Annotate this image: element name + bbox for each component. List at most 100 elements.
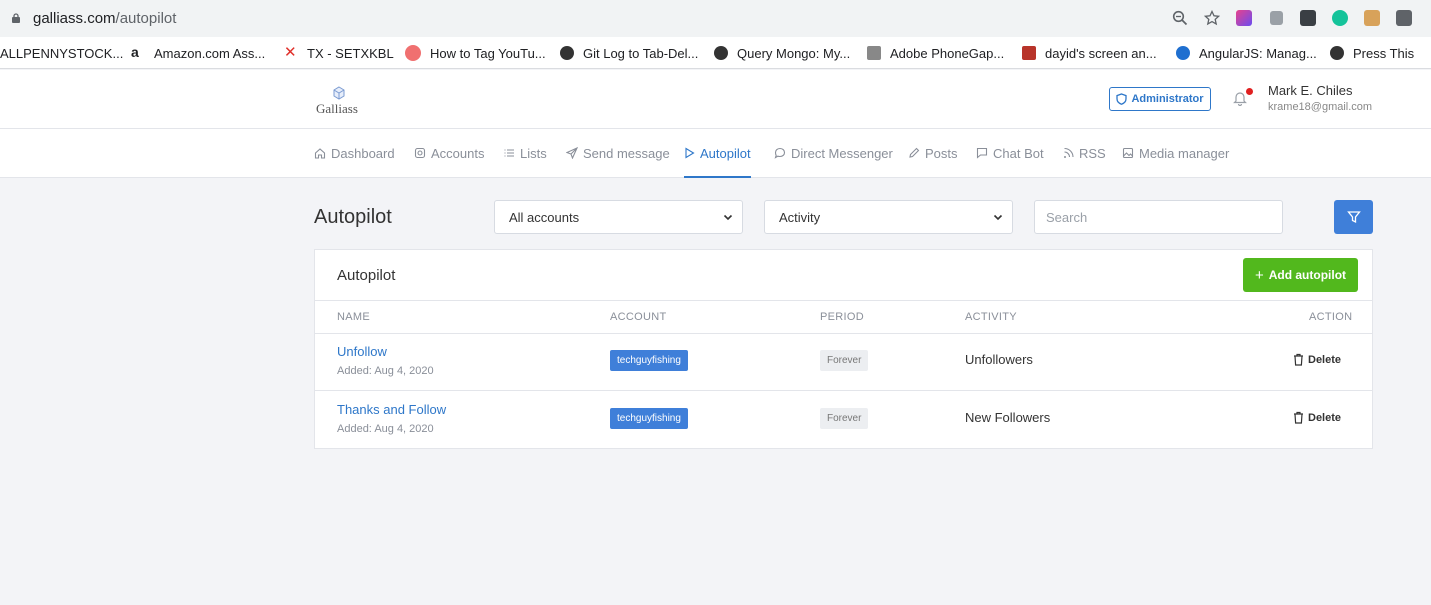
trash-icon <box>1294 411 1303 424</box>
user-email: krame18@gmail.com <box>1268 101 1373 113</box>
url-text[interactable]: galliass.com/autopilot <box>33 10 176 27</box>
bookmark-item[interactable]: ALLPENNYSTOCK... <box>0 44 123 62</box>
logo-cube-icon <box>333 86 345 100</box>
administrator-button[interactable]: Administrator <box>1109 87 1211 111</box>
add-autopilot-button[interactable]: + Add autopilot <box>1243 258 1358 292</box>
send-icon <box>566 147 578 159</box>
added-date: Added: Aug 4, 2020 <box>337 423 434 435</box>
nav-send-message[interactable]: Send message <box>566 129 670 177</box>
accounts-select[interactable]: All accounts <box>494 200 743 234</box>
nav-label: Send message <box>583 145 670 161</box>
trash-icon <box>1294 353 1303 366</box>
search-input[interactable] <box>1034 200 1283 234</box>
filter-icon <box>1346 211 1361 224</box>
bookmark-item[interactable]: Query Mongo: My... <box>714 44 850 62</box>
nav-label: Media manager <box>1139 145 1230 161</box>
nav-label: Accounts <box>431 145 485 161</box>
chat-bubble-icon <box>774 147 786 159</box>
table-header: NAME ACCOUNT PERIOD ACTIVITY ACTION <box>315 300 1372 334</box>
image-icon <box>1122 147 1134 159</box>
logo-text: Galliass <box>316 101 358 116</box>
bookmark-label: AngularJS: Manag... <box>1199 45 1317 61</box>
boot-icon <box>1022 46 1036 60</box>
period-badge: Forever <box>820 408 869 429</box>
activity-select-value: Activity <box>779 209 821 225</box>
bookmark-item[interactable]: How to Tag YouTu... <box>405 44 546 62</box>
bookmark-label: Adobe PhoneGap... <box>890 45 1005 61</box>
shield-icon <box>1116 93 1128 105</box>
instagram-icon <box>414 147 426 159</box>
chevron-down-icon <box>723 214 733 221</box>
bookmark-star-icon[interactable] <box>1200 6 1224 30</box>
url-path: /autopilot <box>115 10 177 27</box>
extension-dark-icon[interactable] <box>1296 6 1320 30</box>
nav-chat-bot[interactable]: Chat Bot <box>976 129 1044 177</box>
nav-dashboard[interactable]: Dashboard <box>314 129 395 177</box>
nav-accounts[interactable]: Accounts <box>414 129 484 177</box>
play-icon <box>685 147 695 159</box>
user-name[interactable]: Mark E. Chiles <box>1268 83 1353 98</box>
bookmark-item[interactable]: Git Log to Tab-Del... <box>560 44 698 62</box>
accounts-select-value: All accounts <box>509 209 580 225</box>
nav-label: Lists <box>520 145 547 161</box>
bookmark-item[interactable]: a Amazon.com Ass... <box>131 44 265 62</box>
extension-stack-icon[interactable] <box>1264 6 1288 30</box>
nav-label: Posts <box>925 145 958 161</box>
bookmark-item[interactable]: AngularJS: Manag... <box>1176 44 1317 62</box>
column-header-period: PERIOD <box>820 311 864 323</box>
tag-icon <box>405 45 421 61</box>
nav-direct-messenger[interactable]: Direct Messenger <box>774 129 893 177</box>
bookmarks-bar: ALLPENNYSTOCK... a Amazon.com Ass... ✕ TX … <box>0 37 1431 69</box>
home-icon <box>314 148 326 159</box>
bookmark-item[interactable]: Press This <box>1330 44 1414 62</box>
bookmark-item[interactable]: dayid's screen an... <box>1022 44 1157 62</box>
bookmark-label: Git Log to Tab-Del... <box>583 45 699 61</box>
autopilot-name-link[interactable]: Thanks and Follow <box>337 402 446 417</box>
extension-code-icon[interactable] <box>1392 6 1416 30</box>
browser-url-bar: galliass.com/autopilot <box>0 0 1431 37</box>
bookmark-item[interactable]: ✕ TX - SETXKBL <box>284 44 394 62</box>
list-icon <box>504 149 514 157</box>
nav-label: Autopilot <box>700 145 751 161</box>
nav-label: Chat Bot <box>993 145 1044 161</box>
column-header-name: NAME <box>337 311 370 323</box>
globe-icon <box>714 46 728 60</box>
nav-label: Direct Messenger <box>791 145 893 161</box>
globe-icon <box>1330 46 1344 60</box>
notification-dot <box>1246 88 1253 95</box>
bookmark-label: ALLPENNYSTOCK... <box>0 45 124 61</box>
bookmark-label: TX - SETXKBL <box>307 45 394 61</box>
autopilot-name-link[interactable]: Unfollow <box>337 344 387 359</box>
delete-label: Delete <box>1308 411 1342 424</box>
phonegap-icon <box>867 46 881 60</box>
bookmark-label: dayid's screen an... <box>1045 45 1157 61</box>
table-row: Unfollow Added: Aug 4, 2020 techguyfishi… <box>315 333 1372 391</box>
nav-media-manager[interactable]: Media manager <box>1122 129 1229 177</box>
url-domain: galliass.com <box>33 10 116 27</box>
extension-box-icon[interactable] <box>1360 6 1384 30</box>
activity-select[interactable]: Activity <box>764 200 1013 234</box>
account-badge: techguyfishing <box>610 350 688 371</box>
added-date: Added: Aug 4, 2020 <box>337 365 434 377</box>
nav-posts[interactable]: Posts <box>908 129 958 177</box>
x-mark-icon: ✕ <box>284 44 297 61</box>
message-square-icon <box>976 147 988 159</box>
rss-icon <box>1064 147 1074 158</box>
nav-rss[interactable]: RSS <box>1063 129 1106 177</box>
grammarly-icon[interactable] <box>1328 6 1352 30</box>
filter-button[interactable] <box>1334 200 1373 234</box>
extension-gradient-icon[interactable] <box>1232 6 1256 30</box>
nav-autopilot[interactable]: Autopilot <box>684 129 751 178</box>
delete-label: Delete <box>1308 353 1342 366</box>
zoom-icon[interactable] <box>1168 6 1192 30</box>
column-header-action: ACTION <box>1309 311 1353 323</box>
period-badge: Forever <box>820 350 869 371</box>
nav-lists[interactable]: Lists <box>503 129 547 177</box>
plus-icon: + <box>1254 266 1264 284</box>
activity-value: New Followers <box>965 410 1051 425</box>
logo[interactable]: Galliass <box>314 84 364 118</box>
delete-button[interactable]: Delete <box>1293 411 1341 424</box>
delete-button[interactable]: Delete <box>1293 353 1341 366</box>
bookmark-item[interactable]: Adobe PhoneGap... <box>867 44 1004 62</box>
table-row: Thanks and Follow Added: Aug 4, 2020 tec… <box>315 391 1372 449</box>
